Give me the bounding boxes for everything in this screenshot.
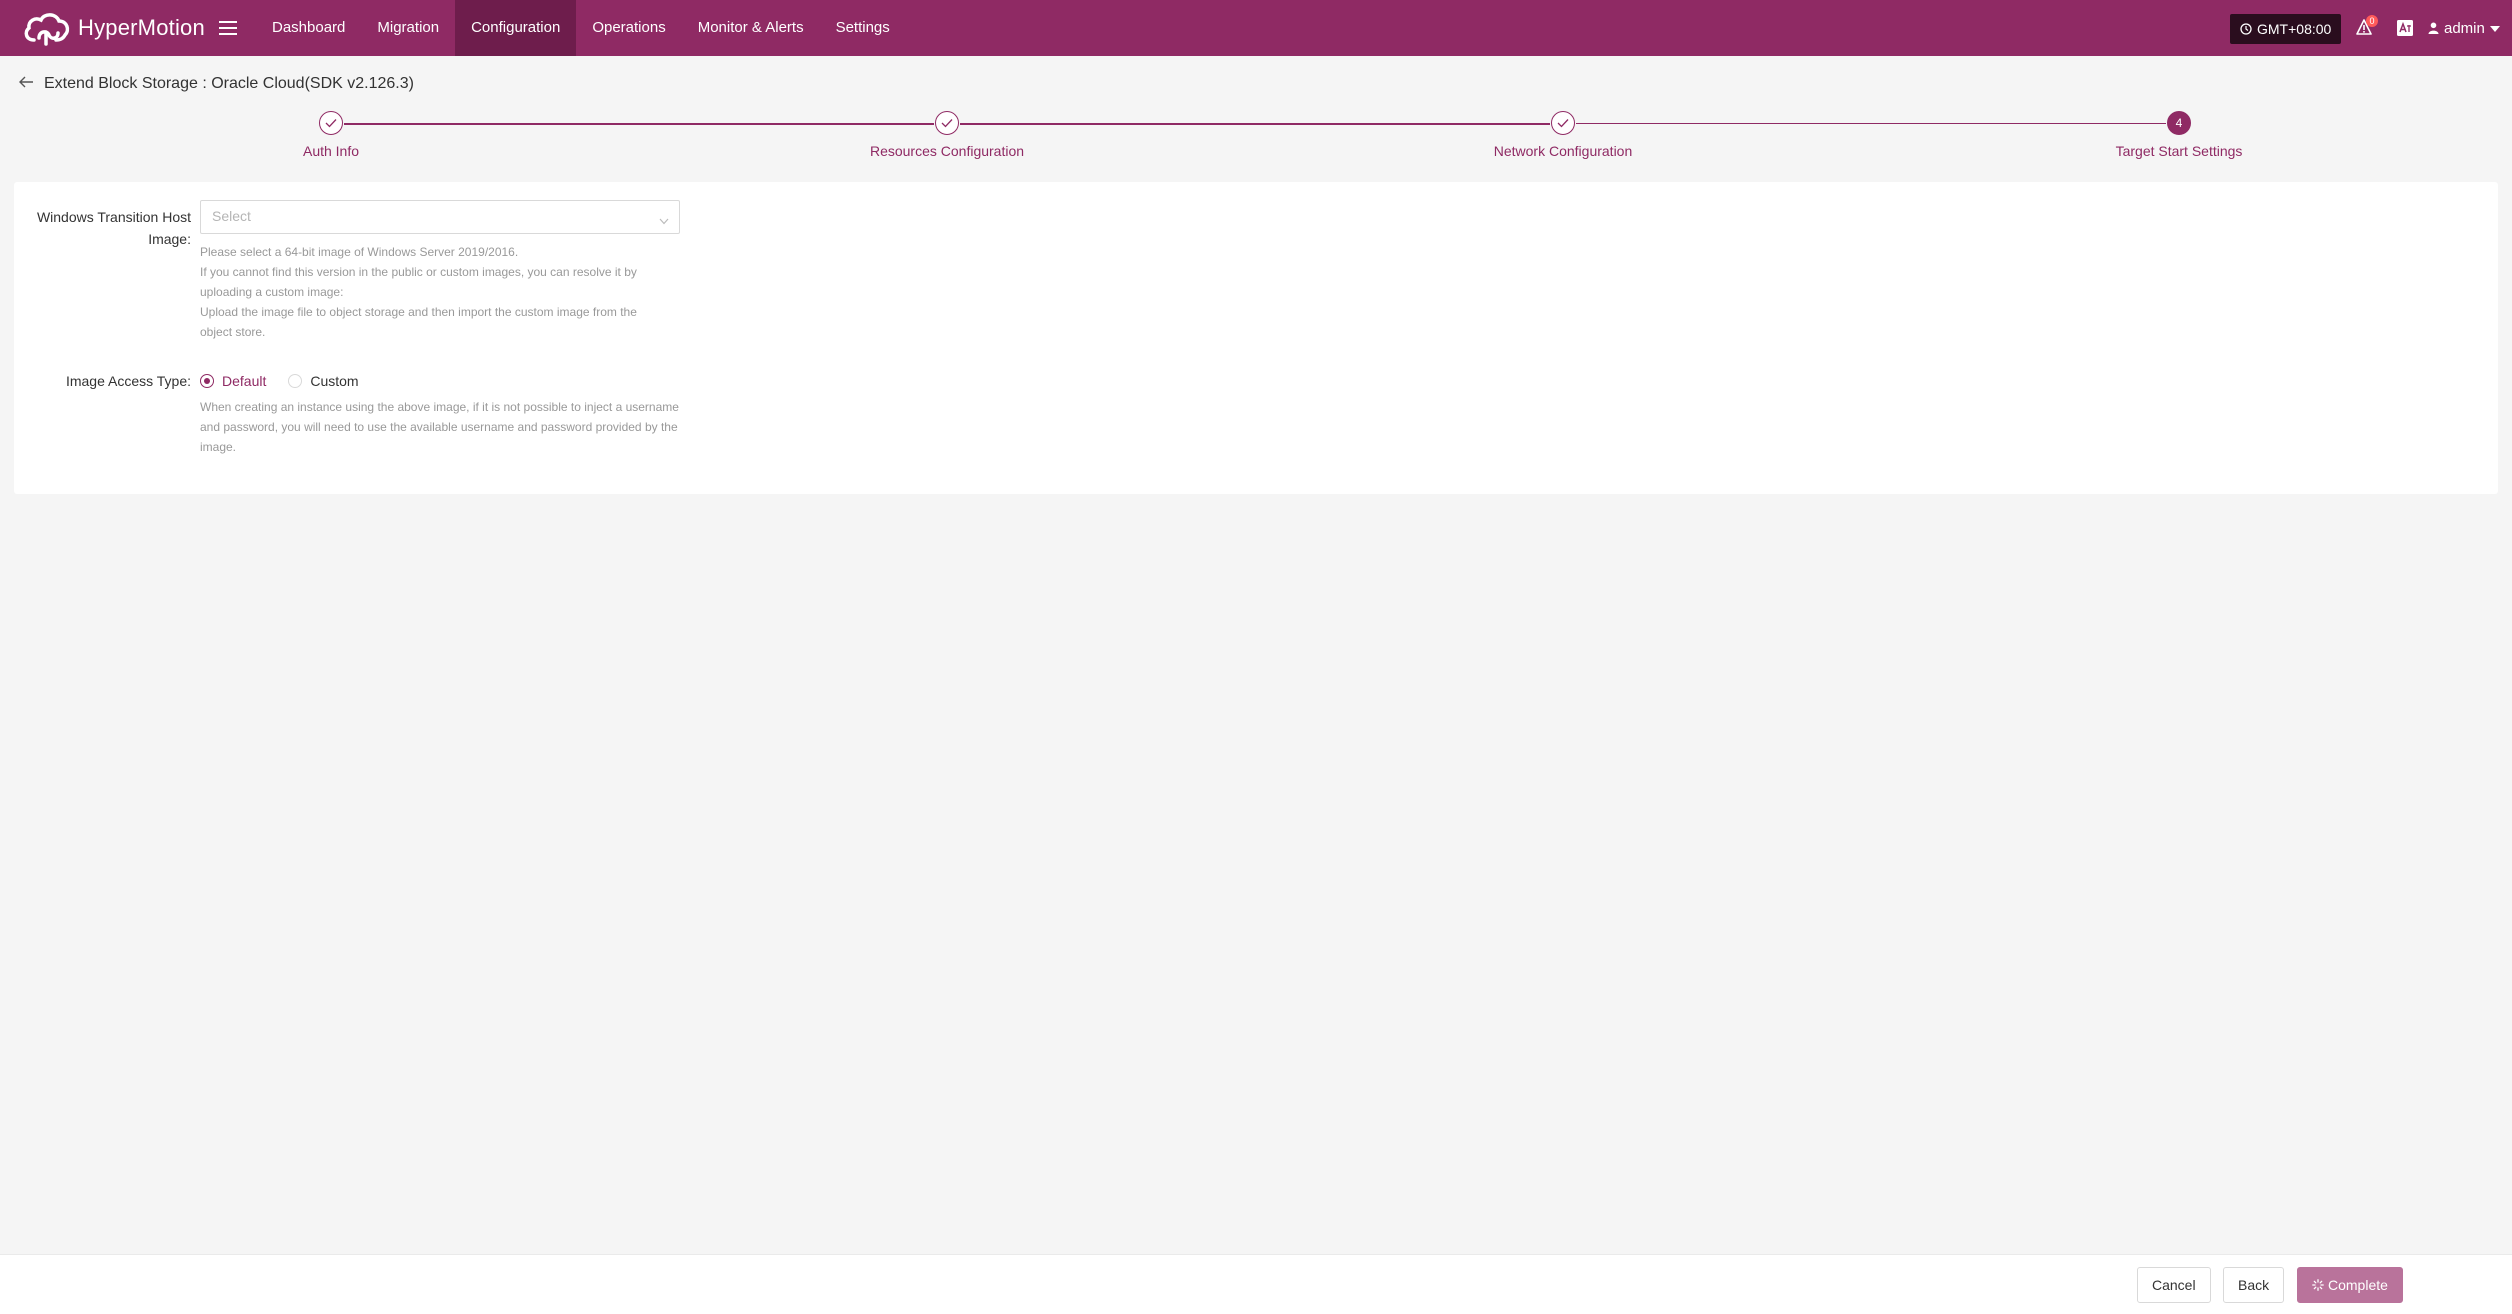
clock-icon [2240,23,2252,35]
step-connector [1576,123,2166,124]
timezone-button[interactable]: GMT+08:00 [2230,14,2342,44]
radio-default[interactable]: Default [200,373,266,389]
image-access-help: When creating an instance using the abov… [200,400,679,454]
step-1-label: Auth Info [302,143,360,159]
user-menu[interactable]: admin [2428,0,2500,56]
check-icon [941,119,953,128]
step-3-label: Network Configuration [1493,143,1633,159]
target-start-settings-form: Windows Transition Host Image: Select Pl… [14,182,2498,494]
user-name: admin [2444,19,2485,37]
nav-monitor-alerts[interactable]: Monitor & Alerts [682,0,820,56]
page-header: Extend Block Storage : Oracle Cloud(SDK … [18,72,414,96]
loading-spinner-icon [2312,1279,2324,1291]
wizard-footer: Cancel Back Complete [0,1254,2512,1314]
timezone-label: GMT+08:00 [2257,21,2332,37]
cancel-button[interactable]: Cancel [2137,1267,2211,1303]
nav-operations[interactable]: Operations [576,0,681,56]
radio-checked-icon [200,374,214,388]
transition-image-select[interactable]: Select [200,200,680,234]
app-logo[interactable]: HyperMotion [22,8,205,48]
chevron-down-icon [2489,20,2500,37]
nav-settings[interactable]: Settings [820,0,906,56]
step-3-done[interactable] [1551,111,1575,135]
radio-unchecked-icon [288,374,303,388]
step-connector [960,123,1550,125]
nav-configuration[interactable]: Configuration [455,0,577,56]
complete-button[interactable]: Complete [2297,1267,2403,1303]
nav-dashboard[interactable]: Dashboard [256,0,361,56]
menu-toggle-icon[interactable] [218,14,238,42]
main-nav: Dashboard Migration Configuration Operat… [256,0,906,56]
top-navigation-bar: HyperMotion Dashboard Migration Configur… [0,0,2512,56]
back-arrow-icon[interactable] [18,75,34,94]
complete-label: Complete [2328,1277,2388,1293]
select-placeholder: Select [212,208,251,224]
step-1-done[interactable] [319,111,343,135]
chevron-down-icon [659,212,669,230]
check-icon [325,119,337,128]
radio-custom-label: Custom [310,373,359,389]
step-4-current: 4 [2167,111,2191,135]
step-2-label: Resources Configuration [869,143,1025,159]
transition-image-label: Windows Transition Host Image: [36,209,191,247]
radio-custom[interactable]: Custom [288,373,359,389]
notification-badge: 0 [2366,15,2378,27]
wizard-steps: Auth Info Resources Configuration Networ… [0,110,2512,166]
check-icon [1557,119,1569,128]
back-button[interactable]: Back [2223,1267,2285,1303]
page-title: Extend Block Storage : Oracle Cloud(SDK … [44,75,414,92]
app-name: HyperMotion [78,15,205,40]
image-access-type-label: Image Access Type: [65,373,191,389]
language-switch-icon[interactable] [2396,19,2414,37]
transition-image-help: Please select a 64-bit image of Windows … [200,245,637,339]
image-access-type-radio-group: Default Custom [200,370,381,392]
user-icon [2428,22,2439,34]
cloud-logo-icon [24,13,70,46]
nav-migration[interactable]: Migration [361,0,455,56]
step-2-done[interactable] [935,111,959,135]
step-4-label: Target Start Settings [2115,143,2243,159]
step-connector [344,123,934,125]
notifications-button[interactable]: 0 [2356,15,2378,39]
radio-default-label: Default [222,373,267,389]
